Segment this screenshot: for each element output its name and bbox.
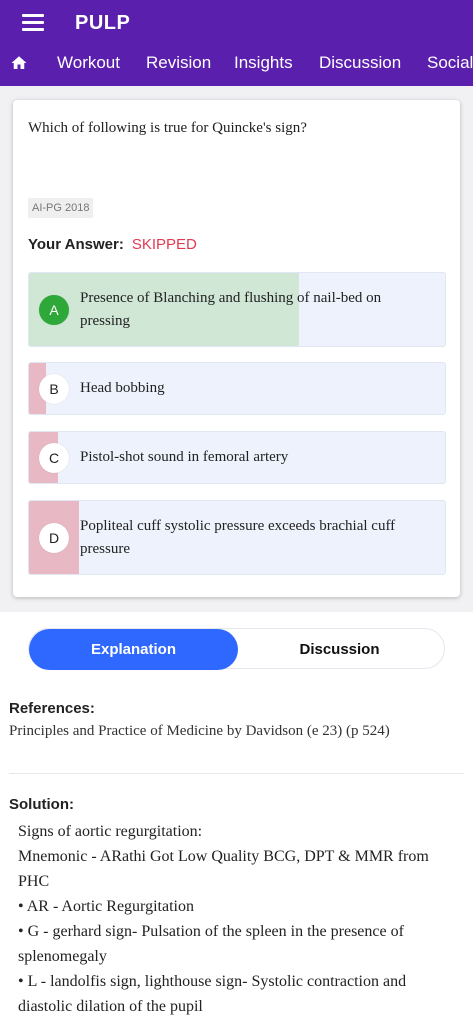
references-heading: References: xyxy=(9,700,95,717)
tab-discussion[interactable]: Discussion xyxy=(319,53,401,73)
solution-line: • AR - Aortic Regurgitation xyxy=(18,898,194,915)
option-b-letter: B xyxy=(39,374,69,404)
tab-social[interactable]: Social xyxy=(427,53,473,73)
discussion-button[interactable]: Discussion xyxy=(235,629,444,670)
solution-line: • G - gerhard sign- Pulsation of the spl… xyxy=(18,923,404,965)
exam-tag: AI-PG 2018 xyxy=(28,198,94,218)
tab-revision[interactable]: Revision xyxy=(146,53,211,73)
option-a[interactable]: A Presence of Blanching and flushing of … xyxy=(28,272,446,347)
solution-line: Mnemonic - ARathi Got Low Quality BCG, D… xyxy=(18,848,429,890)
home-icon[interactable] xyxy=(10,54,28,72)
option-b[interactable]: B Head bobbing xyxy=(28,362,446,415)
question-card: Which of following is true for Quincke's… xyxy=(13,100,460,597)
solution-line: • L - landolfis sign, lighthouse sign- S… xyxy=(18,973,407,1015)
option-d-text: Popliteal cuff systolic pressure exceeds… xyxy=(80,518,396,557)
option-d[interactable]: D Popliteal cuff systolic pressure excee… xyxy=(28,500,446,575)
option-c-text: Pistol-shot sound in femoral artery xyxy=(80,449,289,465)
option-c-letter: C xyxy=(39,443,69,473)
question-text: Which of following is true for Quincke's… xyxy=(28,120,307,136)
your-answer-label: Your Answer: xyxy=(28,236,124,253)
solution-line: Signs of aortic regurgitation: xyxy=(18,823,203,840)
option-a-text: Presence of Blanching and flushing of na… xyxy=(80,290,382,329)
section-divider xyxy=(9,773,464,774)
your-answer: Your Answer: SKIPPED xyxy=(28,236,197,253)
option-a-letter: A xyxy=(39,295,69,325)
solution-body: Signs of aortic regurgitation: Mnemonic … xyxy=(18,819,458,1019)
tab-workout[interactable]: Workout xyxy=(57,53,120,73)
hamburger-menu-icon[interactable] xyxy=(22,14,44,32)
nav-tabs: Workout Revision Insights Discussion Soc… xyxy=(0,50,473,80)
your-answer-status: SKIPPED xyxy=(131,236,197,253)
app-header: PULP Workout Revision Insights Discussio… xyxy=(0,0,473,86)
references-text: Principles and Practice of Medicine by D… xyxy=(9,723,390,739)
explanation-button[interactable]: Explanation xyxy=(29,629,238,670)
option-d-letter: D xyxy=(39,523,69,553)
solution-heading: Solution: xyxy=(9,796,74,813)
app-title: PULP xyxy=(75,12,131,34)
option-b-text: Head bobbing xyxy=(80,380,165,396)
tab-insights[interactable]: Insights xyxy=(234,53,293,73)
explanation-discussion-toggle: Explanation Discussion xyxy=(28,628,445,670)
option-c[interactable]: C Pistol-shot sound in femoral artery xyxy=(28,431,446,484)
